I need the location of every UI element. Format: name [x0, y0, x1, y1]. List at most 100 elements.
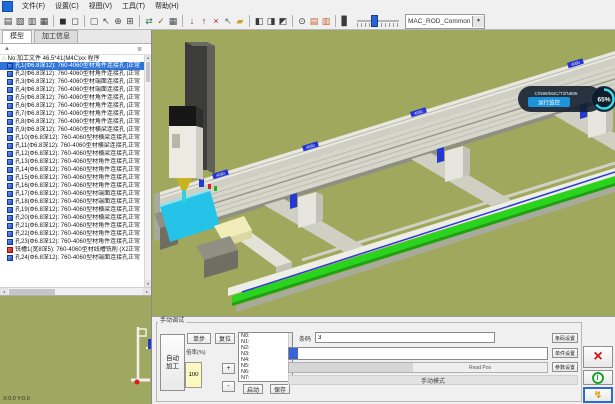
save-all-icon[interactable]: ▦: [38, 15, 50, 28]
move-down-icon[interactable]: ↓: [186, 15, 198, 28]
machine-config-combo[interactable]: MAC_ROD_Common ▼: [405, 14, 485, 29]
barcode-settings-button[interactable]: 条码设置: [552, 333, 578, 343]
tree-row[interactable]: 孔12(Φ6.8深12): 760-4060型材横梁连接孔 (Z24-Z25)正…: [0, 150, 144, 158]
menu-bar: 文件(F)设置(C)视图(V)工具(T)帮助(H): [0, 0, 615, 13]
machine-side-view-icon[interactable]: ◩: [277, 15, 289, 28]
sort-icon[interactable]: ▲: [0, 46, 137, 52]
view-solid-icon[interactable]: ◼: [57, 15, 69, 28]
tree-row[interactable]: 孔1(Φ6.8深12): 760-4060型材角件连接孔 (Z4-Z25)正常: [0, 62, 144, 70]
auto-machining-button[interactable]: 自动加工: [160, 334, 185, 391]
tree-row[interactable]: 铣槽1(宽8深5): 760-4060型材线槽铣削 (X230-X860)正常: [0, 246, 144, 254]
view-wireframe-icon[interactable]: ◻: [69, 15, 81, 28]
program-line[interactable]: N8:: [239, 381, 292, 382]
mark-icon[interactable]: ▰: [234, 15, 246, 28]
scrollbar-thumb[interactable]: [146, 62, 150, 82]
tree-row[interactable]: 孔18(Φ6.8深12): 760-4060型材端面连接孔 (Z14-Z25)正…: [0, 198, 144, 206]
tree-row[interactable]: 孔16(Φ6.8深12): 760-4060型材角件连接孔 (Z4-Z25)正常: [0, 182, 144, 190]
menu-item[interactable]: 工具(T): [117, 0, 150, 13]
scroll-right-icon[interactable]: ▸: [143, 288, 151, 295]
scroll-up-icon[interactable]: ▴: [145, 54, 151, 61]
tree-row[interactable]: 孔20(Φ6.8深12): 760-4060型材横梁连接孔 (Z24-Z25)正…: [0, 214, 144, 222]
tree-row[interactable]: 孔7(Φ6.8深12): 760-4060型材角件连接孔 (Z4-Z25)正常: [0, 110, 144, 118]
open-file-icon[interactable]: ▧: [14, 15, 26, 28]
pause-button[interactable]: [583, 370, 613, 385]
save-file-icon[interactable]: ▥: [26, 15, 38, 28]
tree-row[interactable]: 孔9(Φ6.8深12): 760-4060型材横梁连接孔 (Z24-Z25)正常: [0, 126, 144, 134]
filter-icon[interactable]: ≣: [137, 46, 151, 53]
move-up-icon[interactable]: ↑: [198, 15, 210, 28]
delete-icon[interactable]: ×: [210, 15, 222, 28]
menu-item[interactable]: 视图(V): [84, 0, 117, 13]
tree-row[interactable]: 孔3(Φ6.8深12): 760-4060型材端面连接孔 (Z14-Z25)正常: [0, 78, 144, 86]
app-icon: [2, 1, 13, 12]
menu-item[interactable]: 文件(F): [17, 0, 50, 13]
hole-feature-icon: [7, 103, 13, 109]
menu-item[interactable]: 帮助(H): [150, 0, 184, 13]
zoom-tool-icon[interactable]: ⊕: [112, 15, 124, 28]
measure-icon[interactable]: ⇄: [143, 15, 155, 28]
single-step-button[interactable]: 单步: [187, 333, 211, 344]
stand-pedestal-front: [445, 146, 463, 182]
save-button[interactable]: 保存: [270, 384, 290, 394]
tree-row[interactable]: 孔22(Φ6.8深12): 760-4060型材角件连接孔 (Z4-Z25)正常: [0, 230, 144, 238]
tree-row-label: 孔22(Φ6.8深12): 760-4060型材角件连接孔 (Z4-Z25): [15, 230, 128, 238]
machine-top-view-icon[interactable]: ◨: [265, 15, 277, 28]
find-icon[interactable]: ⊙: [296, 15, 308, 28]
scrollbar-thumb[interactable]: [9, 289, 55, 295]
tab-machining-info[interactable]: 加工信息: [34, 30, 78, 43]
status-badge: 正常: [128, 222, 142, 230]
stats-icon[interactable]: ▊: [339, 15, 351, 28]
tree-vertical-scrollbar[interactable]: ▴ ▾: [144, 54, 151, 287]
tree-row[interactable]: 孔2(Φ6.8深12): 760-4060型材角件连接孔 (Z4-Z25)正常: [0, 70, 144, 78]
tree-row[interactable]: 孔8(Φ6.8深12): 760-4060型材角件连接孔 (Z4-Z25)正常: [0, 118, 144, 126]
tab-model[interactable]: 模型: [2, 30, 32, 43]
tree-row[interactable]: 孔24(Φ6.8深12): 760-4060型材端面连接孔 (Z14-Z25)正…: [0, 254, 144, 262]
tree-row[interactable]: 孔17(Φ6.8深12): 760-4060型材端面连接孔 (Z14-Z25)正…: [0, 190, 144, 198]
stop-close-button[interactable]: ×: [583, 346, 613, 368]
feed-plus-button[interactable]: +: [222, 363, 235, 374]
check-icon[interactable]: ✓: [155, 15, 167, 28]
scroll-left-icon[interactable]: ◂: [0, 288, 8, 295]
import-file-icon[interactable]: ▥: [320, 15, 332, 28]
menu-item[interactable]: 设置(C): [50, 0, 84, 13]
tree-row[interactable]: 孔23(Φ6.8深12): 760-4060型材角件连接孔 (Z4-Z25)正常: [0, 238, 144, 246]
tree-row-label: 孔16(Φ6.8深12): 760-4060型材角件连接孔 (Z4-Z25): [15, 182, 128, 190]
mini-side-view[interactable]: X:0.0 Y:0.0: [0, 296, 151, 404]
pick-icon[interactable]: ↖: [222, 15, 234, 28]
chevron-down-icon[interactable]: ▼: [472, 16, 484, 27]
start-button[interactable]: 启动: [243, 384, 263, 394]
tree-row[interactable]: 孔19(Φ6.8深12): 760-4060型材横梁连接孔 (Z24-Z25)正…: [0, 206, 144, 214]
tree-row[interactable]: 孔14(Φ6.8深12): 760-4060型材角件连接孔 (Z4-Z25)正常: [0, 166, 144, 174]
tree-row[interactable]: 孔10(Φ6.8深12): 760-4060型材横梁连接孔 (Z24-Z25)正…: [0, 134, 144, 142]
tree-row[interactable]: 孔6(Φ6.8深12): 760-4060型材角件连接孔 (Z4-Z25)正常: [0, 102, 144, 110]
export-report-icon[interactable]: ▤: [308, 15, 320, 28]
feed-rate-input[interactable]: [185, 362, 202, 388]
zoom-slider[interactable]: [355, 14, 401, 28]
machine-front-view-icon[interactable]: ◧: [253, 15, 265, 28]
program-listbox[interactable]: N0:N1:N2:N3:N4:N5:N6:N7:N8:: [238, 332, 293, 382]
stand-pedestal-side: [316, 192, 323, 223]
manual-jog-button[interactable]: ↯: [583, 387, 613, 403]
select-region-icon[interactable]: ▢: [88, 15, 100, 28]
pan-tool-icon[interactable]: ⊞: [124, 15, 136, 28]
beam-marker-blue: [199, 179, 204, 187]
slider-thumb[interactable]: [371, 15, 378, 27]
new-file-icon[interactable]: ▤: [2, 15, 14, 28]
read-position-bar[interactable]: Read Pos: [288, 362, 548, 373]
pointer-icon[interactable]: ↖: [100, 15, 112, 28]
parameter-settings-button[interactable]: 参数设置: [552, 362, 578, 372]
tree-row[interactable]: 孔21(Φ6.8深12): 760-4060型材角件连接孔 (Z4-Z25)正常: [0, 222, 144, 230]
tree-row[interactable]: 孔11(Φ6.8深12): 760-4060型材横梁连接孔 (Z24-Z25)正…: [0, 142, 144, 150]
feed-minus-button[interactable]: -: [222, 381, 235, 392]
grid-icon[interactable]: ▦: [167, 15, 179, 28]
single-piece-settings-button[interactable]: 单件设置: [552, 348, 578, 358]
scroll-down-icon[interactable]: ▾: [145, 280, 151, 287]
tree-row[interactable]: 孔13(Φ6.8深12): 760-4060型材角件连接孔 (Z4-Z25)正常: [0, 158, 144, 166]
barcode-input[interactable]: [315, 332, 495, 343]
tree-row[interactable]: 孔15(Φ6.8深12): 760-4060型材角件连接孔 (Z4-Z25)正常: [0, 174, 144, 182]
reset-button[interactable]: 复位: [215, 333, 235, 344]
tree-horizontal-scrollbar[interactable]: ◂ ▸: [0, 287, 151, 295]
tree-row[interactable]: 孔4(Φ6.8深12): 760-4060型材端面连接孔 (Z14-Z25)正常: [0, 86, 144, 94]
main-3d-viewport[interactable]: 4060 4060 4060 4060: [152, 30, 615, 316]
tree-row[interactable]: 孔5(Φ6.8深12): 760-4060型材角件连接孔 (Z4-Z25)正常: [0, 94, 144, 102]
